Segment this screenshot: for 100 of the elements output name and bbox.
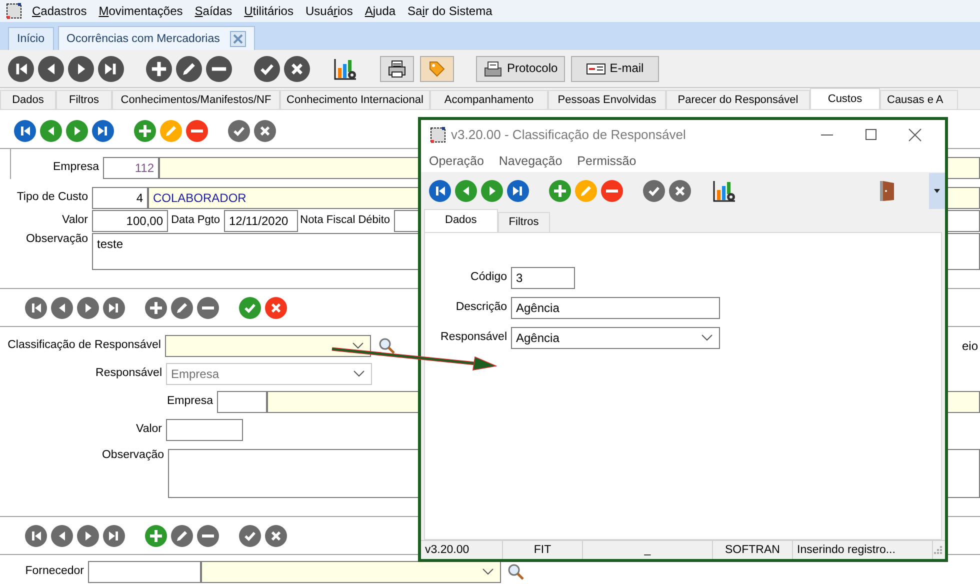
status-text: _ xyxy=(583,541,713,559)
first-record-button[interactable] xyxy=(429,180,451,202)
input-field[interactable]: 12/11/2020 xyxy=(224,210,298,232)
menu-item[interactable]: Movimentações xyxy=(92,0,189,22)
toolbar-menu-button[interactable] xyxy=(929,173,945,209)
edit-button[interactable] xyxy=(171,525,193,547)
edit-button[interactable] xyxy=(176,56,202,82)
status-text: FIT xyxy=(503,541,583,559)
page-tab[interactable]: Custos xyxy=(810,88,880,109)
page-tab[interactable]: Parecer do Responsável xyxy=(666,90,810,109)
code-field[interactable] xyxy=(217,391,267,413)
confirm-button[interactable] xyxy=(239,297,261,319)
confirm-button[interactable] xyxy=(254,56,280,82)
next-record-button[interactable] xyxy=(481,180,503,202)
email-button[interactable]: E-mail xyxy=(570,56,659,82)
cancel-button[interactable] xyxy=(284,56,310,82)
page-tab[interactable]: Pessoas Envolvidas xyxy=(548,90,666,109)
add-button[interactable] xyxy=(145,297,167,319)
input-field[interactable]: 3 xyxy=(511,267,575,289)
search-icon[interactable] xyxy=(507,563,525,581)
last-record-button[interactable] xyxy=(507,180,529,202)
next-record-button[interactable] xyxy=(77,525,99,547)
menu-item[interactable]: Utilitários xyxy=(238,0,300,22)
field-label: Responsável xyxy=(94,367,163,381)
dropdown-field[interactable] xyxy=(165,335,371,357)
add-button[interactable] xyxy=(146,56,172,82)
last-record-button[interactable] xyxy=(92,120,114,142)
tab[interactable]: Filtros xyxy=(498,212,550,232)
dropdown-field[interactable]: Agência xyxy=(511,327,720,349)
last-record-button[interactable] xyxy=(98,56,124,82)
print-button[interactable] xyxy=(380,56,414,82)
code-field[interactable]: 112 xyxy=(103,157,159,179)
next-record-button[interactable] xyxy=(68,56,94,82)
tag-button[interactable] xyxy=(420,56,454,82)
first-record-button[interactable] xyxy=(25,525,47,547)
page-tab[interactable]: Conhecimento Internacional xyxy=(280,90,430,109)
previous-record-button[interactable] xyxy=(51,297,73,319)
confirm-button[interactable] xyxy=(643,180,665,202)
dropdown-caret-icon xyxy=(701,334,713,342)
cancel-button[interactable] xyxy=(254,120,276,142)
code-field[interactable]: 4 xyxy=(92,187,148,209)
first-record-button[interactable] xyxy=(14,120,36,142)
status-text: SOFTRAN xyxy=(713,541,793,559)
first-record-button[interactable] xyxy=(25,297,47,319)
page-tab[interactable]: Filtros xyxy=(56,90,112,109)
resize-grip-icon[interactable] xyxy=(933,545,943,555)
menu-item[interactable]: Cadastros xyxy=(26,0,93,22)
code-field[interactable] xyxy=(88,561,201,583)
cancel-button[interactable] xyxy=(265,525,287,547)
last-record-button[interactable] xyxy=(103,525,125,547)
next-record-button[interactable] xyxy=(66,120,88,142)
search-icon[interactable] xyxy=(378,337,396,355)
previous-record-button[interactable] xyxy=(455,180,477,202)
menu-item[interactable]: Navegação xyxy=(498,154,562,168)
exit-button[interactable] xyxy=(877,179,897,203)
input-field[interactable]: 100,00 xyxy=(92,210,168,232)
maximize-button[interactable] xyxy=(863,127,879,143)
report-button[interactable] xyxy=(711,178,737,204)
menu-item[interactable]: Operação xyxy=(429,154,484,168)
cancel-button[interactable] xyxy=(265,297,287,319)
page-tab[interactable]: Acompanhamento xyxy=(430,90,548,109)
confirm-button[interactable] xyxy=(239,525,261,547)
close-button[interactable] xyxy=(907,127,923,143)
confirm-button[interactable] xyxy=(228,120,250,142)
page-tab[interactable]: Conhecimentos/Manifestos/NF xyxy=(112,90,280,109)
page-tab[interactable]: Causas e A xyxy=(880,90,958,109)
remove-button[interactable] xyxy=(197,525,219,547)
add-button[interactable] xyxy=(549,180,571,202)
menu-item[interactable]: Usuários xyxy=(299,0,359,22)
document-tab[interactable]: Início xyxy=(8,27,54,50)
status-text: v3.20.00 xyxy=(421,541,503,559)
add-button[interactable] xyxy=(134,120,156,142)
add-button[interactable] xyxy=(145,525,167,547)
menu-item[interactable]: Sair do Sistema xyxy=(402,0,498,22)
remove-button[interactable] xyxy=(197,297,219,319)
field-label: Empresa xyxy=(166,395,214,409)
first-record-button[interactable] xyxy=(8,56,34,82)
previous-record-button[interactable] xyxy=(51,525,73,547)
remove-button[interactable] xyxy=(186,120,208,142)
menu-item[interactable]: Ajuda xyxy=(358,0,402,22)
protocol-button[interactable]: Protocolo xyxy=(476,56,565,82)
edit-button[interactable] xyxy=(171,297,193,319)
menu-item[interactable]: Saídas xyxy=(188,0,238,22)
input-field[interactable]: Agência xyxy=(511,297,720,319)
printer-icon xyxy=(387,58,407,78)
document-tab[interactable]: Ocorrências com Mercadorias xyxy=(58,26,255,50)
tab[interactable]: Dados xyxy=(424,209,498,232)
previous-record-button[interactable] xyxy=(40,120,62,142)
field-label: Nota Fiscal Débito xyxy=(299,214,391,228)
remove-button[interactable] xyxy=(206,56,232,82)
dropdown-field[interactable] xyxy=(201,561,501,583)
page-tab[interactable]: Dados xyxy=(0,90,56,109)
next-record-button[interactable] xyxy=(77,297,99,319)
previous-record-button[interactable] xyxy=(38,56,64,82)
last-record-button[interactable] xyxy=(103,297,125,319)
menu-item[interactable]: Permissão xyxy=(577,154,636,168)
cancel-button[interactable] xyxy=(669,180,691,202)
close-tab-button[interactable] xyxy=(230,30,246,46)
input-field[interactable] xyxy=(166,419,243,441)
remove-button[interactable] xyxy=(601,180,623,202)
